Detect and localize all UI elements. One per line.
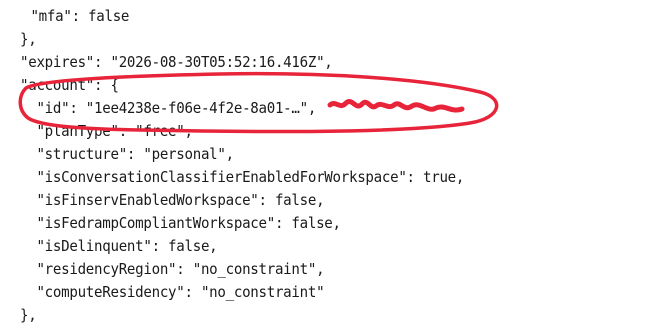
code-line: "mfa": false (14, 7, 130, 25)
code-line: "isFedrampCompliantWorkspace": false, (20, 214, 341, 232)
code-line: "structure": "personal", (20, 145, 234, 163)
code-line: "residencyRegion": "no_constraint", (20, 260, 325, 278)
code-line: "id": "1ee4238e-f06e-4f2e-8a01-…", (20, 99, 317, 117)
code-line: }, (20, 30, 37, 48)
code-line: "isFinservEnabledWorkspace": false, (20, 191, 325, 209)
code-line: "computeResidency": "no_constraint" (20, 283, 325, 301)
code-line: "planType": "free", (20, 122, 193, 140)
json-code-view: "mfa": false }, "expires": "2026-08-30T0… (0, 0, 656, 324)
code-line: "account": { (20, 76, 119, 94)
code-line: "isConversationClassifierEnabledForWorks… (20, 168, 465, 186)
code-line: }, (20, 306, 37, 324)
code-line: "isDelinquent": false, (20, 237, 218, 255)
code-line: "expires": "2026-08-30T05:52:16.416Z", (20, 53, 333, 71)
